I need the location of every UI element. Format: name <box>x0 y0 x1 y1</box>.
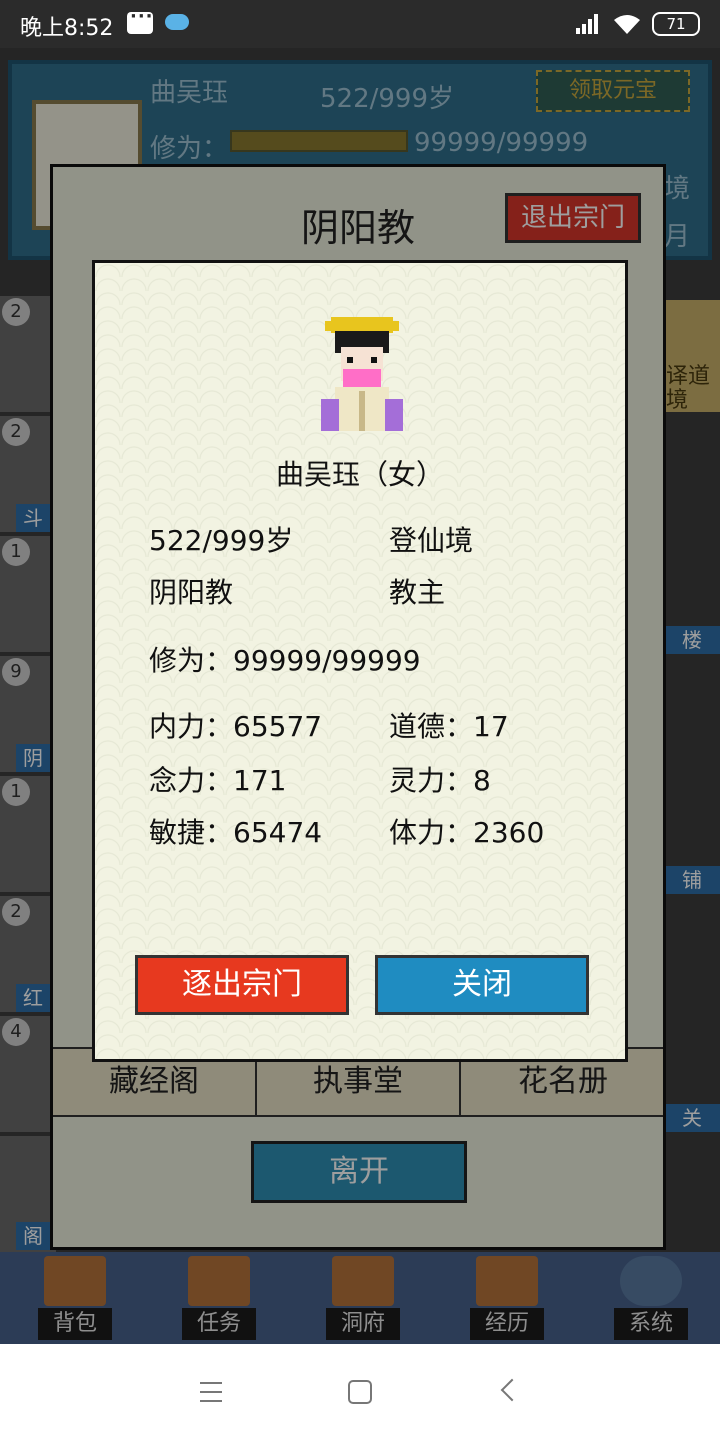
member-sect: 阴阳教 <box>149 576 234 609</box>
message-icon <box>127 6 154 34</box>
member-realm: 登仙境 <box>389 524 474 557</box>
status-bar: 晚上8:52 71 <box>0 0 720 48</box>
member-avatar <box>321 317 403 431</box>
expel-button[interactable]: 逐出宗门 <box>135 955 349 1015</box>
stat-tili: 体力：2360 <box>389 816 545 849</box>
member-position: 教主 <box>389 576 446 609</box>
stat-daode: 道德：17 <box>389 710 509 743</box>
battery-level: 71 <box>666 15 686 33</box>
battery-icon: 71 <box>652 12 700 36</box>
home-icon[interactable] <box>348 1380 372 1404</box>
member-age: 522/999岁 <box>149 524 294 557</box>
stat-neili: 内力：65577 <box>149 710 323 743</box>
back-icon[interactable] <box>500 1378 524 1402</box>
cloud-icon <box>165 14 189 30</box>
stat-lingli: 灵力：8 <box>389 764 491 797</box>
signal-icon <box>576 14 598 34</box>
wifi-icon <box>614 15 640 34</box>
stat-minjie: 敏捷：65474 <box>149 816 323 849</box>
member-name: 曲吴珏（女） <box>275 458 444 491</box>
member-dialog: 曲吴珏（女） 522/999岁 登仙境 阴阳教 教主 修为：99999/9999… <box>92 260 628 1062</box>
menu-icon[interactable] <box>200 1382 222 1402</box>
system-nav-bar <box>0 1344 720 1440</box>
status-time: 晚上8:52 <box>20 16 114 41</box>
member-cultivation: 修为：99999/99999 <box>149 644 421 677</box>
close-button[interactable]: 关闭 <box>375 955 589 1015</box>
stat-nianli: 念力：171 <box>149 764 287 797</box>
